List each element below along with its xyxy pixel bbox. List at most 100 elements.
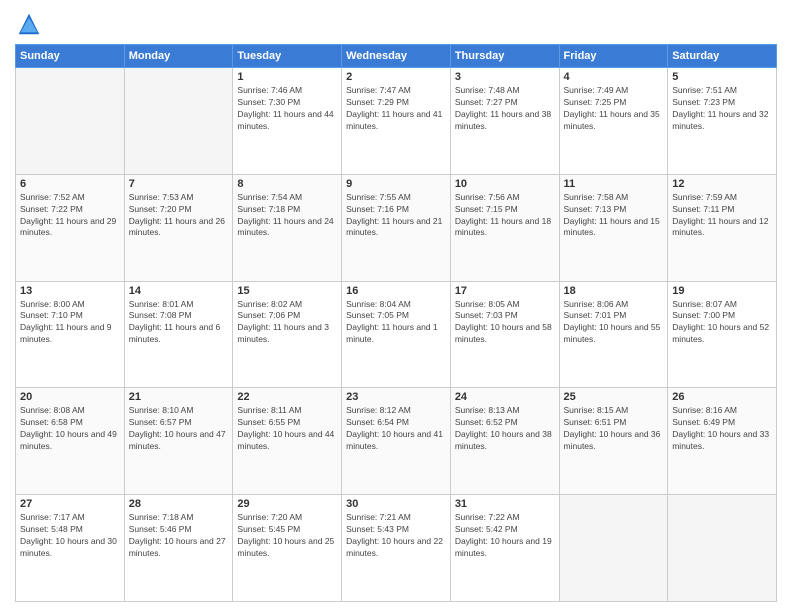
- calendar-week-row: 20Sunrise: 8:08 AMSunset: 6:58 PMDayligh…: [16, 388, 777, 495]
- day-number: 24: [455, 391, 555, 403]
- calendar-cell: [124, 68, 233, 175]
- calendar-cell: 16 Sunrise: 8:04 AMSunset: 7:05 PMDayligh…: [342, 281, 451, 388]
- day-number: 20: [20, 391, 120, 403]
- day-info: Sunrise: 7:46 AMSunset: 7:30 PMDaylight:…: [237, 85, 337, 133]
- day-number: 6: [20, 178, 120, 190]
- calendar-cell: 8Sunrise: 7:54 AMSunset: 7:18 PMDaylight…: [233, 174, 342, 281]
- day-info: Sunrise: 8:04 AMSunset: 7:05 PMDaylight:…: [346, 299, 446, 347]
- calendar-cell: 24 Sunrise: 8:13 AMSunset: 6:52 PMDayligh…: [450, 388, 559, 495]
- calendar-cell: 17 Sunrise: 8:05 AMSunset: 7:03 PMDayligh…: [450, 281, 559, 388]
- header: [15, 10, 777, 38]
- day-info: Sunrise: 8:01 AMSunset: 7:08 PMDaylight:…: [129, 299, 229, 347]
- day-info: Sunrise: 7:56 AMSunset: 7:15 PMDaylight:…: [455, 192, 555, 240]
- calendar-cell: 23 Sunrise: 8:12 AMSunset: 6:54 PMDayligh…: [342, 388, 451, 495]
- day-number: 3: [455, 71, 555, 83]
- calendar-table: SundayMondayTuesdayWednesdayThursdayFrid…: [15, 44, 777, 602]
- day-number: 7: [129, 178, 229, 190]
- day-info: Sunrise: 8:02 AMSunset: 7:06 PMDaylight:…: [237, 299, 337, 347]
- calendar-cell: 2 Sunrise: 7:47 AMSunset: 7:29 PMDaylight…: [342, 68, 451, 175]
- day-number: 28: [129, 498, 229, 510]
- calendar-cell: 7 Sunrise: 7:53 AMSunset: 7:20 PMDaylight…: [124, 174, 233, 281]
- logo: [15, 10, 47, 38]
- calendar-cell: 13 Sunrise: 8:00 AMSunset: 7:10 PMDayligh…: [16, 281, 125, 388]
- calendar-cell: 18 Sunrise: 8:06 AMSunset: 7:01 PMDayligh…: [559, 281, 668, 388]
- calendar-week-row: 6 Sunrise: 7:52 AMSunset: 7:22 PMDaylight…: [16, 174, 777, 281]
- day-info: Sunrise: 7:17 AMSunset: 5:48 PMDaylight:…: [20, 512, 120, 560]
- calendar-cell: 12Sunrise: 7:59 AMSunset: 7:11 PMDayligh…: [668, 174, 777, 281]
- calendar-header-row: SundayMondayTuesdayWednesdayThursdayFrid…: [16, 45, 777, 68]
- calendar-cell: 6 Sunrise: 7:52 AMSunset: 7:22 PMDaylight…: [16, 174, 125, 281]
- day-number: 16: [346, 285, 446, 297]
- day-number: 21: [129, 391, 229, 403]
- day-info: Sunrise: 7:21 AMSunset: 5:43 PMDaylight:…: [346, 512, 446, 560]
- day-number: 12: [672, 178, 772, 190]
- day-info: Sunrise: 7:52 AMSunset: 7:22 PMDaylight:…: [20, 192, 120, 240]
- day-number: 27: [20, 498, 120, 510]
- calendar-week-row: 1 Sunrise: 7:46 AMSunset: 7:30 PMDaylight…: [16, 68, 777, 175]
- day-number: 17: [455, 285, 555, 297]
- calendar-cell: 25 Sunrise: 8:15 AMSunset: 6:51 PMDayligh…: [559, 388, 668, 495]
- weekday-header: Friday: [559, 45, 668, 68]
- day-info: Sunrise: 8:05 AMSunset: 7:03 PMDaylight:…: [455, 299, 555, 347]
- day-info: Sunrise: 7:18 AMSunset: 5:46 PMDaylight:…: [129, 512, 229, 560]
- day-info: Sunrise: 7:22 AMSunset: 5:42 PMDaylight:…: [455, 512, 555, 560]
- day-number: 9: [346, 178, 446, 190]
- day-info: Sunrise: 8:12 AMSunset: 6:54 PMDaylight:…: [346, 405, 446, 453]
- day-number: 2: [346, 71, 446, 83]
- page: SundayMondayTuesdayWednesdayThursdayFrid…: [0, 0, 792, 612]
- day-info: Sunrise: 8:11 AMSunset: 6:55 PMDaylight:…: [237, 405, 337, 453]
- day-info: Sunrise: 8:06 AMSunset: 7:01 PMDaylight:…: [564, 299, 664, 347]
- calendar-cell: 14 Sunrise: 8:01 AMSunset: 7:08 PMDayligh…: [124, 281, 233, 388]
- day-number: 10: [455, 178, 555, 190]
- day-number: 18: [564, 285, 664, 297]
- day-number: 13: [20, 285, 120, 297]
- calendar-week-row: 13 Sunrise: 8:00 AMSunset: 7:10 PMDayligh…: [16, 281, 777, 388]
- calendar-cell: 27 Sunrise: 7:17 AMSunset: 5:48 PMDayligh…: [16, 495, 125, 602]
- calendar-cell: 3 Sunrise: 7:48 AMSunset: 7:27 PMDaylight…: [450, 68, 559, 175]
- calendar-cell: 5Sunrise: 7:51 AMSunset: 7:23 PMDaylight…: [668, 68, 777, 175]
- day-info: Sunrise: 8:16 AMSunset: 6:49 PMDaylight:…: [672, 405, 772, 453]
- day-number: 19: [672, 285, 772, 297]
- weekday-header: Sunday: [16, 45, 125, 68]
- calendar-cell: 10 Sunrise: 7:56 AMSunset: 7:15 PMDayligh…: [450, 174, 559, 281]
- day-info: Sunrise: 7:53 AMSunset: 7:20 PMDaylight:…: [129, 192, 229, 240]
- day-info: Sunrise: 8:15 AMSunset: 6:51 PMDaylight:…: [564, 405, 664, 453]
- day-info: Sunrise: 7:51 AMSunset: 7:23 PMDaylight:…: [672, 85, 772, 133]
- calendar-cell: 26Sunrise: 8:16 AMSunset: 6:49 PMDayligh…: [668, 388, 777, 495]
- day-number: 23: [346, 391, 446, 403]
- day-number: 29: [237, 498, 337, 510]
- day-info: Sunrise: 7:49 AMSunset: 7:25 PMDaylight:…: [564, 85, 664, 133]
- calendar-cell: 21 Sunrise: 8:10 AMSunset: 6:57 PMDayligh…: [124, 388, 233, 495]
- calendar-cell: 15 Sunrise: 8:02 AMSunset: 7:06 PMDayligh…: [233, 281, 342, 388]
- day-info: Sunrise: 8:13 AMSunset: 6:52 PMDaylight:…: [455, 405, 555, 453]
- day-number: 30: [346, 498, 446, 510]
- calendar-cell: 30 Sunrise: 7:21 AMSunset: 5:43 PMDayligh…: [342, 495, 451, 602]
- day-info: Sunrise: 7:48 AMSunset: 7:27 PMDaylight:…: [455, 85, 555, 133]
- day-number: 15: [237, 285, 337, 297]
- day-info: Sunrise: 7:47 AMSunset: 7:29 PMDaylight:…: [346, 85, 446, 133]
- calendar-cell: [668, 495, 777, 602]
- day-number: 4: [564, 71, 664, 83]
- calendar-cell: 31 Sunrise: 7:22 AMSunset: 5:42 PMDayligh…: [450, 495, 559, 602]
- calendar-cell: 11Sunrise: 7:58 AMSunset: 7:13 PMDayligh…: [559, 174, 668, 281]
- day-info: Sunrise: 8:00 AMSunset: 7:10 PMDaylight:…: [20, 299, 120, 347]
- day-number: 25: [564, 391, 664, 403]
- calendar-week-row: 27 Sunrise: 7:17 AMSunset: 5:48 PMDayligh…: [16, 495, 777, 602]
- day-number: 31: [455, 498, 555, 510]
- day-info: Sunrise: 8:10 AMSunset: 6:57 PMDaylight:…: [129, 405, 229, 453]
- calendar-cell: 28 Sunrise: 7:18 AMSunset: 5:46 PMDayligh…: [124, 495, 233, 602]
- calendar-cell: 9Sunrise: 7:55 AMSunset: 7:16 PMDaylight…: [342, 174, 451, 281]
- calendar-cell: 22Sunrise: 8:11 AMSunset: 6:55 PMDayligh…: [233, 388, 342, 495]
- day-number: 8: [237, 178, 337, 190]
- calendar-cell: 4 Sunrise: 7:49 AMSunset: 7:25 PMDaylight…: [559, 68, 668, 175]
- day-info: Sunrise: 7:20 AMSunset: 5:45 PMDaylight:…: [237, 512, 337, 560]
- calendar-cell: 19Sunrise: 8:07 AMSunset: 7:00 PMDayligh…: [668, 281, 777, 388]
- weekday-header: Tuesday: [233, 45, 342, 68]
- calendar-cell: 1 Sunrise: 7:46 AMSunset: 7:30 PMDaylight…: [233, 68, 342, 175]
- weekday-header: Thursday: [450, 45, 559, 68]
- calendar-cell: 20Sunrise: 8:08 AMSunset: 6:58 PMDayligh…: [16, 388, 125, 495]
- day-number: 14: [129, 285, 229, 297]
- weekday-header: Monday: [124, 45, 233, 68]
- day-number: 1: [237, 71, 337, 83]
- calendar-cell: [559, 495, 668, 602]
